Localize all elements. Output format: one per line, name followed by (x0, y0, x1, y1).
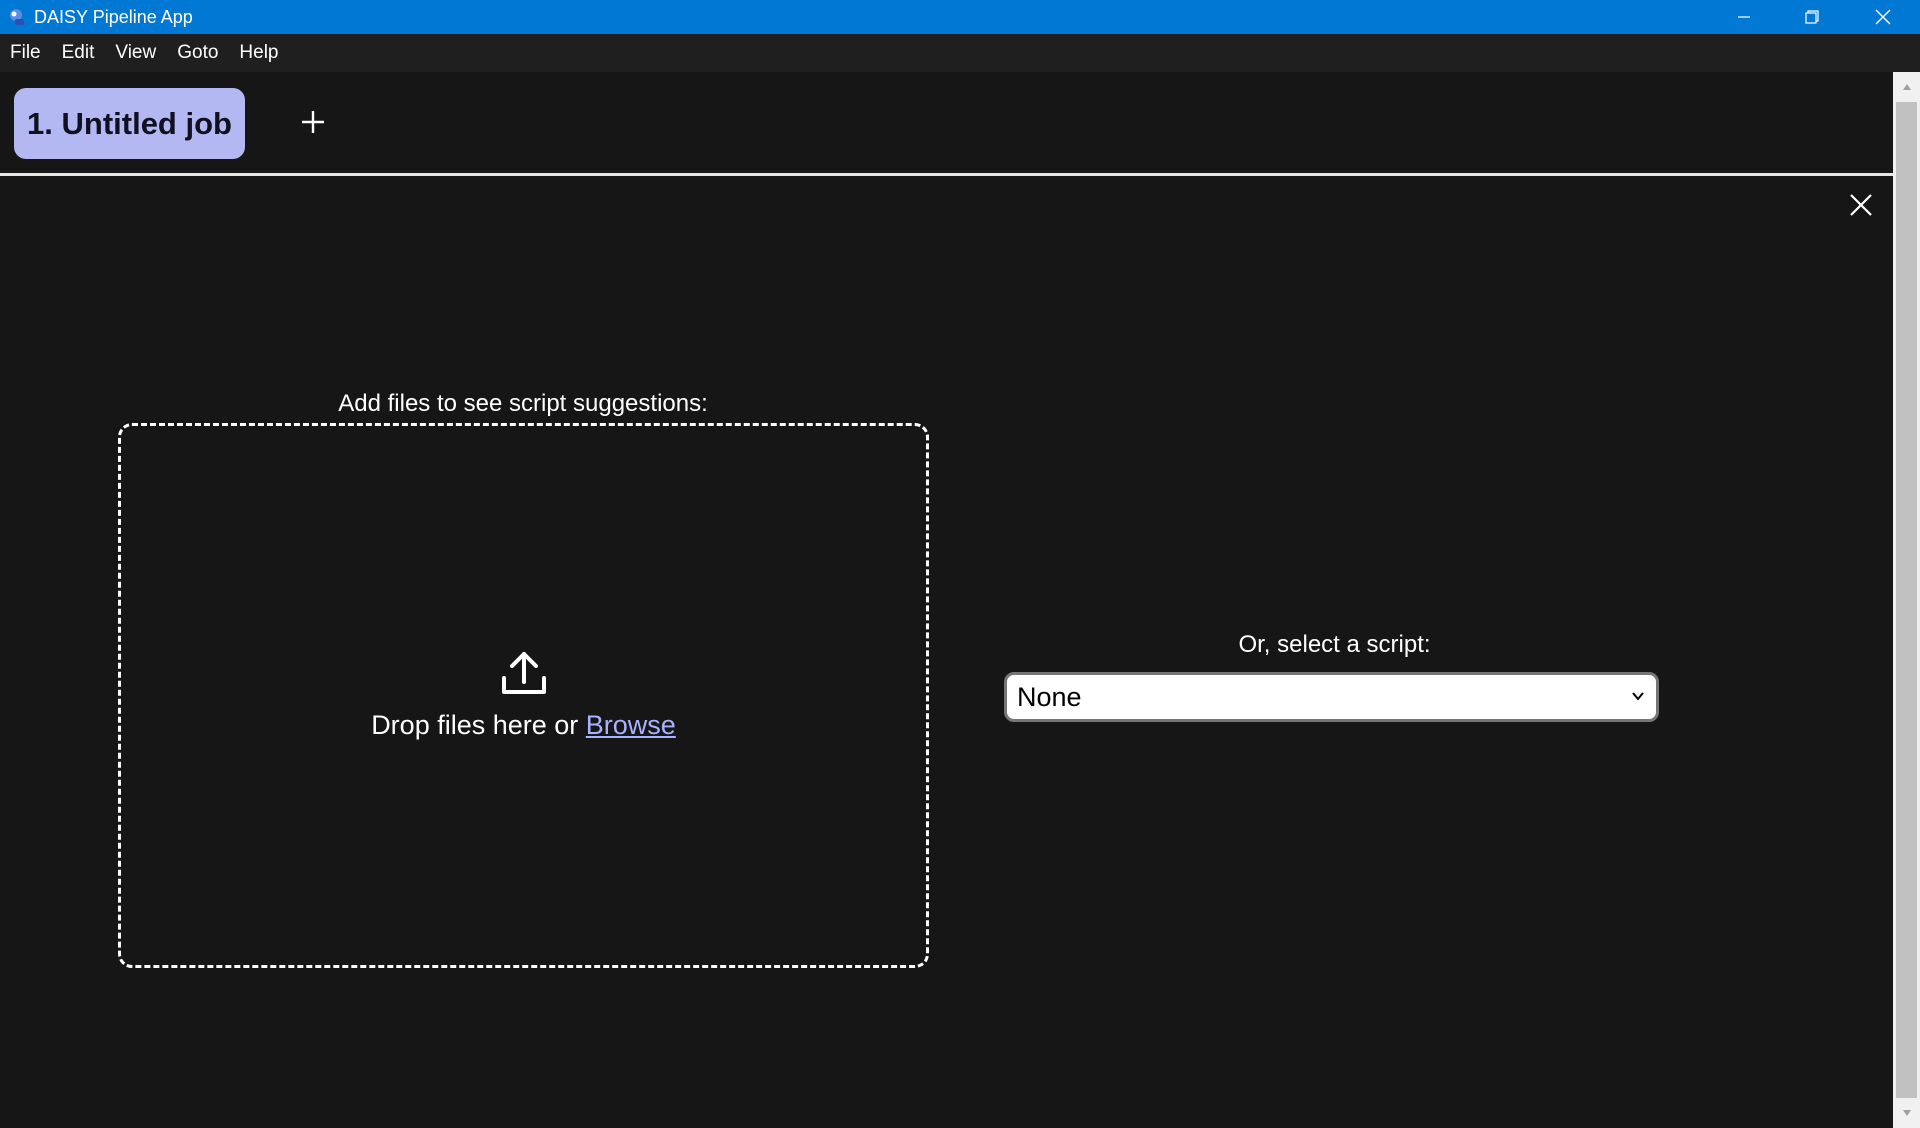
add-job-button[interactable] (296, 105, 330, 139)
plus-icon (302, 111, 324, 133)
scroll-up-icon (1902, 84, 1911, 90)
drop-instructions: Drop files here or (371, 710, 586, 740)
minimize-button[interactable] (1710, 0, 1778, 34)
tab-untitled-job[interactable]: 1. Untitled job (14, 88, 245, 159)
tab-label: 1. Untitled job (27, 105, 232, 141)
menu-edit[interactable]: Edit (62, 34, 95, 72)
menu-help[interactable]: Help (239, 34, 278, 72)
close-job-button[interactable] (1846, 190, 1876, 220)
daisy-app-icon (10, 9, 24, 25)
chevron-down-icon (1632, 692, 1644, 701)
restore-button[interactable] (1778, 0, 1846, 34)
file-drop-zone[interactable]: Drop files here or Browse (118, 423, 929, 968)
script-select-value: None (1017, 681, 1082, 712)
scroll-thumb[interactable] (1896, 102, 1917, 1098)
select-heading: Or, select a script: (1238, 631, 1431, 658)
upload-icon (502, 652, 546, 694)
title-bar: DAISY Pipeline App (0, 0, 1920, 34)
main-area: 1. Untitled job Add files to see script … (0, 72, 1893, 1128)
scroll-down-icon (1902, 1110, 1911, 1116)
restore-icon (1805, 10, 1819, 24)
drop-heading: Add files to see script suggestions: (338, 390, 708, 417)
menu-goto[interactable]: Goto (177, 34, 218, 72)
close-icon (1875, 9, 1891, 25)
menu-view[interactable]: View (115, 34, 156, 72)
scroll-down-button[interactable] (1893, 1098, 1920, 1128)
vertical-scrollbar[interactable] (1893, 72, 1920, 1128)
close-window-button[interactable] (1849, 0, 1917, 34)
browse-link[interactable]: Browse (586, 710, 676, 740)
script-select[interactable]: None (1004, 672, 1659, 722)
tab-divider (0, 173, 1893, 176)
close-icon (1850, 194, 1872, 216)
window-title: DAISY Pipeline App (34, 7, 193, 27)
drop-text: Drop files here or Browse (121, 710, 926, 741)
menu-bar: File Edit View Goto Help (0, 34, 1920, 72)
scroll-up-button[interactable] (1893, 72, 1920, 102)
minimize-icon (1738, 16, 1750, 18)
menu-file[interactable]: File (10, 34, 41, 72)
